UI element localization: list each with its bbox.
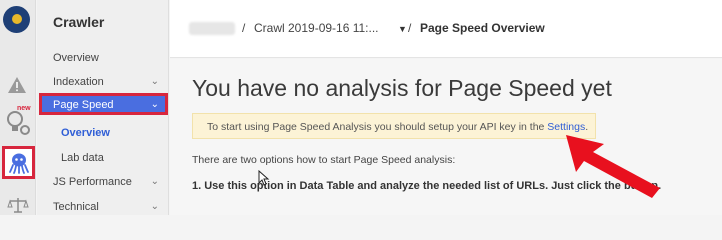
mouse-cursor-icon xyxy=(258,170,270,186)
sidebar-subitem-lab-data[interactable]: Lab data xyxy=(61,152,104,164)
breadcrumb-separator: / xyxy=(408,21,412,35)
sidebar-item-label: Indexation xyxy=(53,76,104,88)
icon-rail: new xyxy=(0,0,36,215)
sidebar-item-technical[interactable]: Technical ⌄ xyxy=(53,201,165,213)
sidebar-subitem-overview[interactable]: Overview xyxy=(61,127,110,139)
crawl-selector[interactable]: Crawl 2019-09-16 11:... xyxy=(254,21,379,35)
sidebar-item-label: Overview xyxy=(61,127,110,139)
sidebar-item-page-speed[interactable]: Page Speed ⌄ xyxy=(39,93,168,115)
sidebar-item-label: Overview xyxy=(53,52,99,64)
chevron-down-icon: ⌄ xyxy=(150,201,159,212)
scale-icon[interactable] xyxy=(7,196,29,214)
breadcrumb: / Crawl 2019-09-16 11:... ▼ / Page Speed… xyxy=(170,0,722,58)
project-name-redacted[interactable] xyxy=(189,22,235,35)
caret-down-icon[interactable]: ▼ xyxy=(398,24,407,34)
sidebar-item-label: Technical xyxy=(53,201,99,213)
breadcrumb-separator: / xyxy=(242,21,246,35)
sidebar-item-label: JS Performance xyxy=(53,176,132,188)
empty-state-heading: You have no analysis for Page Speed yet xyxy=(192,75,612,101)
sidebar-item-overview[interactable]: Overview xyxy=(53,52,165,64)
options-intro: There are two options how to start Page … xyxy=(192,154,456,166)
sidebar-title: Crawler xyxy=(53,14,105,30)
notice-text: To start using Page Speed Analysis you s… xyxy=(207,121,548,133)
lightbulb-icon[interactable] xyxy=(6,110,30,136)
octopus-crawler-icon[interactable] xyxy=(2,146,35,179)
annotation-arrow-icon xyxy=(566,135,660,198)
chevron-down-icon: ⌄ xyxy=(150,99,159,110)
app-logo-icon[interactable] xyxy=(3,6,30,33)
sidebar: Crawler Overview Indexation ⌄ Page Speed… xyxy=(37,0,169,215)
page-title: Page Speed Overview xyxy=(420,21,545,35)
warning-icon[interactable] xyxy=(7,76,27,94)
chevron-down-icon: ⌄ xyxy=(150,76,159,87)
sidebar-item-indexation[interactable]: Indexation ⌄ xyxy=(53,76,165,88)
chevron-down-icon: ⌄ xyxy=(150,176,159,187)
sidebar-item-js-performance[interactable]: JS Performance ⌄ xyxy=(53,176,165,188)
sidebar-item-label: Lab data xyxy=(61,152,104,164)
sidebar-item-label: Page Speed xyxy=(53,99,114,111)
api-key-notice: To start using Page Speed Analysis you s… xyxy=(192,113,596,139)
